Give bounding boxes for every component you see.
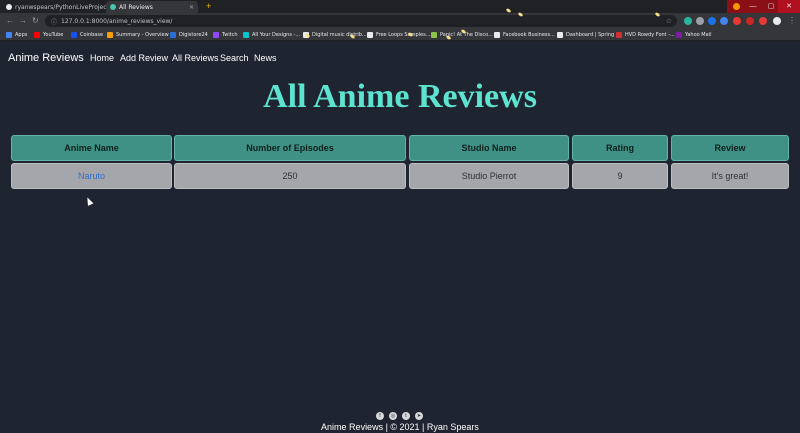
bookmark-item[interactable]: Twitch [213, 30, 238, 40]
extension-icon[interactable] [684, 17, 692, 25]
avatar[interactable] [773, 17, 781, 25]
app-navbar: Anime Reviews Home Add Review All Review… [0, 41, 800, 75]
browser-toolbar: ← → ↻ ⓘ 127.0.0.1:8000/anime_reviews_vie… [0, 13, 800, 29]
bookmark-item[interactable]: Free Loops Samples... [367, 30, 431, 40]
extension-icon[interactable] [759, 17, 767, 25]
extension-icon[interactable] [733, 17, 741, 25]
column-header-studio: Studio Name [409, 135, 569, 161]
facebook-icon [494, 32, 500, 38]
extension-icon[interactable] [708, 17, 716, 25]
mouse-cursor [84, 196, 94, 206]
bookmark-item[interactable]: Yahoo Mail [676, 30, 711, 40]
bookmark-item[interactable]: Dashboard | Spring [557, 30, 614, 40]
info-icon[interactable]: ⓘ [51, 17, 57, 26]
coinbase-icon [71, 32, 77, 38]
digistore-icon [170, 32, 176, 38]
extension-icon[interactable] [720, 17, 728, 25]
twitter-icon[interactable]: t [402, 412, 410, 420]
bookmark-item[interactable]: Facebook Business... [494, 30, 555, 40]
table-cell-studio: Studio Pierrot [409, 163, 569, 189]
column-header-rating: Rating [572, 135, 668, 161]
extension-icon[interactable] [746, 17, 754, 25]
facebook-icon[interactable]: f [376, 412, 384, 420]
bookmark-item[interactable]: Summary - Overview [107, 30, 169, 40]
bookmark-star-icon[interactable]: ☆ [666, 17, 672, 25]
new-tab-button[interactable]: + [206, 1, 211, 12]
page-title: All Anime Reviews [263, 78, 537, 115]
bookmark-item[interactable]: Apps [6, 30, 27, 40]
column-header-review: Review [671, 135, 789, 161]
music-icon [431, 32, 437, 38]
bookmark-item[interactable]: Digistore24 [170, 30, 208, 40]
browser-tab-bar: ryanwspears/PythonLiveProject ✕ All Revi… [0, 0, 800, 13]
tab-title: All Reviews [119, 3, 153, 11]
nav-link-add-review[interactable]: Add Review [120, 53, 168, 63]
address-bar[interactable]: ⓘ 127.0.0.1:8000/anime_reviews_view/ ☆ [45, 15, 677, 27]
github-icon [6, 4, 12, 10]
nav-link-all-reviews[interactable]: All Reviews [172, 53, 219, 63]
footer-text: Anime Reviews | © 2021 | Ryan Spears [321, 422, 479, 432]
extension-icon[interactable] [696, 17, 704, 25]
table-cell-review: It's great! [671, 163, 789, 189]
nav-link-search[interactable]: Search [220, 53, 249, 63]
table-cell-episodes: 250 [174, 163, 406, 189]
summary-icon [107, 32, 113, 38]
telegram-icon[interactable]: ➤ [415, 412, 423, 420]
column-header-anime-name: Anime Name [11, 135, 172, 161]
bookmark-item[interactable]: HVD Rowdy Font -... [616, 30, 675, 40]
back-icon[interactable]: ← [6, 15, 14, 27]
loops-icon [367, 32, 373, 38]
bookmarks-bar: Apps YouTube Coinbase Summary - Overview… [0, 29, 800, 41]
profile-dot-icon [733, 3, 740, 10]
yahoo-icon [676, 32, 682, 38]
close-icon[interactable]: ✕ [189, 4, 194, 11]
browser-tab-github[interactable]: ryanwspears/PythonLiveProject ✕ [2, 1, 114, 13]
bookmark-item[interactable]: Digital music distrib... [303, 30, 367, 40]
bookmark-item[interactable]: Coinbase [71, 30, 103, 40]
nav-link-home[interactable]: Home [90, 53, 114, 63]
dashboard-icon [557, 32, 563, 38]
table-cell-rating: 9 [572, 163, 668, 189]
nav-link-news[interactable]: News [254, 53, 277, 63]
bookmark-item[interactable]: YouTube [34, 30, 63, 40]
close-window-button[interactable]: ✕ [778, 0, 800, 13]
twitch-icon [213, 32, 219, 38]
canva-icon [243, 32, 249, 38]
tab-title: ryanwspears/PythonLiveProject [15, 3, 109, 11]
font-icon [616, 32, 622, 38]
bookmark-item[interactable]: All Your Designs -... [243, 30, 300, 40]
reload-icon[interactable]: ↻ [32, 15, 39, 27]
social-icons: f ◎ t ➤ [376, 412, 423, 420]
address-url: 127.0.0.1:8000/anime_reviews_view/ [61, 17, 173, 25]
site-icon [110, 4, 116, 10]
apps-icon [6, 32, 12, 38]
youtube-icon [34, 32, 40, 38]
brand-link[interactable]: Anime Reviews [8, 52, 84, 64]
instagram-icon[interactable]: ◎ [389, 412, 397, 420]
column-header-episodes: Number of Episodes [174, 135, 406, 161]
menu-icon[interactable]: ⋮ [788, 15, 796, 27]
forward-icon[interactable]: → [19, 15, 27, 27]
browser-tab-all-reviews[interactable]: All Reviews ✕ [106, 1, 198, 13]
anime-name-link[interactable]: Naruto [11, 163, 172, 189]
